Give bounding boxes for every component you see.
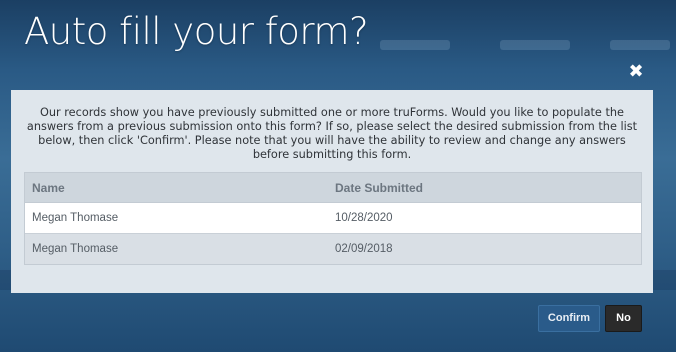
row-name: Megan Thomase xyxy=(32,243,119,255)
confirm-button[interactable]: Confirm xyxy=(538,305,600,332)
modal-panel: Our records show you have previously sub… xyxy=(11,90,653,293)
no-button[interactable]: No xyxy=(605,305,642,332)
close-icon[interactable]: ✖ xyxy=(627,62,645,82)
column-header-name: Name xyxy=(32,181,65,195)
table-row[interactable]: Megan Thomase 02/09/2018 xyxy=(25,234,641,264)
column-header-date-submitted: Date Submitted xyxy=(335,181,424,195)
submissions-table: Name Date Submitted Megan Thomase 10/28/… xyxy=(24,172,642,265)
row-date: 10/28/2020 xyxy=(335,212,393,224)
row-name: Megan Thomase xyxy=(32,212,119,224)
modal-title: Auto fill your form? xyxy=(24,10,369,53)
table-row[interactable]: Megan Thomase 10/28/2020 xyxy=(25,203,641,234)
modal-message: Our records show you have previously sub… xyxy=(26,106,638,161)
table-header: Name Date Submitted xyxy=(25,173,641,203)
row-date: 02/09/2018 xyxy=(335,243,393,255)
